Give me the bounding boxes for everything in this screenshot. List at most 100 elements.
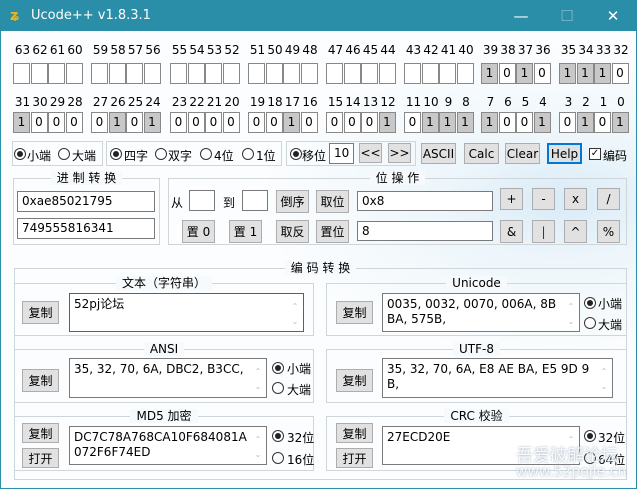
- bit-cell[interactable]: [326, 63, 343, 84]
- bit-cell[interactable]: [456, 63, 474, 84]
- minimize-button[interactable]: —: [498, 1, 544, 31]
- md5-16bit-radio[interactable]: [272, 452, 284, 464]
- bit-cell[interactable]: 0: [65, 112, 83, 133]
- scrollbar[interactable]: ⌃ ⌄: [597, 360, 611, 396]
- bit-cell[interactable]: 1: [594, 63, 611, 84]
- two-byte-radio[interactable]: [155, 148, 167, 160]
- hex-input[interactable]: 0xae85021795: [17, 191, 155, 212]
- bit-cell[interactable]: 1: [283, 112, 300, 133]
- bit-cell[interactable]: 1: [143, 112, 161, 133]
- divide-button[interactable]: /: [597, 188, 620, 210]
- bit-cell[interactable]: 0: [343, 112, 361, 133]
- bit-cell[interactable]: 1: [481, 63, 498, 84]
- encode-checkbox[interactable]: ✓: [589, 148, 601, 160]
- md5-32bit-radio[interactable]: [272, 430, 284, 442]
- modulo-button[interactable]: %: [597, 220, 620, 243]
- bit-cell[interactable]: [300, 63, 318, 84]
- bit-cell[interactable]: 0: [498, 63, 516, 84]
- set-bit-button[interactable]: 置位: [316, 220, 349, 243]
- bit-cell[interactable]: [404, 63, 421, 84]
- invert-button[interactable]: 取反: [276, 220, 309, 243]
- bit-cell[interactable]: [378, 63, 396, 84]
- bit-cell[interactable]: 0: [187, 112, 205, 133]
- utf8-output[interactable]: 35, 32, 70, 6A, E8 AE BA, E5 9D 9B, ⌃ ⌄: [382, 358, 613, 398]
- bit-cell[interactable]: 1: [421, 112, 439, 133]
- bit-cell[interactable]: [126, 63, 143, 84]
- shift-right-button[interactable]: >>: [388, 143, 411, 163]
- bit-cell[interactable]: [187, 63, 205, 84]
- bit-cell[interactable]: [283, 63, 300, 84]
- big-endian-radio[interactable]: [58, 148, 70, 160]
- add-button[interactable]: +: [500, 188, 523, 210]
- bit-cell[interactable]: 0: [326, 112, 343, 133]
- bit-cell[interactable]: 0: [248, 112, 265, 133]
- unicode-big-endian-radio[interactable]: [584, 317, 596, 329]
- bit-cell[interactable]: 1: [456, 112, 474, 133]
- text-input[interactable]: 52pj论坛 ⌃ ⌄: [69, 293, 304, 332]
- open-crc-file-button[interactable]: 打开: [336, 448, 373, 468]
- bit-cell[interactable]: 0: [48, 112, 65, 133]
- xor-button[interactable]: ^: [564, 220, 587, 243]
- copy-md5-button[interactable]: 复制: [22, 423, 59, 443]
- from-input[interactable]: [189, 190, 215, 211]
- scrollbar[interactable]: ⌃ ⌄: [251, 428, 265, 463]
- bit-cell[interactable]: [30, 63, 48, 84]
- copy-text-button[interactable]: 复制: [22, 301, 59, 324]
- four-byte-radio[interactable]: [110, 148, 122, 160]
- multiply-button[interactable]: x: [564, 188, 587, 210]
- bit-cell[interactable]: [265, 63, 283, 84]
- bit-cell[interactable]: 0: [533, 63, 551, 84]
- shift-amount-input[interactable]: 10: [329, 143, 354, 164]
- bitop-decimal-input[interactable]: 8: [357, 221, 493, 241]
- bit-cell[interactable]: 0: [498, 112, 516, 133]
- md5-output[interactable]: DC7C78A768CA10F684081A072F6F74ED ⌃ ⌄: [69, 426, 267, 465]
- bit-cell[interactable]: 0: [30, 112, 48, 133]
- one-bit-radio[interactable]: [242, 148, 254, 160]
- copy-ansi-button[interactable]: 复制: [22, 369, 59, 392]
- bit-cell[interactable]: [421, 63, 439, 84]
- bit-cell[interactable]: [48, 63, 65, 84]
- take-bits-button[interactable]: 取位: [316, 190, 349, 213]
- bit-cell[interactable]: [205, 63, 222, 84]
- bit-cell[interactable]: [343, 63, 361, 84]
- unicode-output[interactable]: 0035, 0032, 0070, 006A, 8BBA, 575B, ⌃ ⌄: [382, 293, 580, 332]
- bit-cell[interactable]: 0: [300, 112, 318, 133]
- bit-cell[interactable]: 1: [611, 112, 629, 133]
- bit-cell[interactable]: 0: [126, 112, 143, 133]
- bit-cell[interactable]: 0: [516, 112, 533, 133]
- bit-cell[interactable]: [361, 63, 378, 84]
- maximize-button[interactable]: ☐: [544, 1, 590, 31]
- bit-cell[interactable]: 1: [559, 63, 576, 84]
- scrollbar[interactable]: ⌃ ⌄: [564, 295, 578, 330]
- shift-left-button[interactable]: <<: [359, 143, 382, 163]
- bit-cell[interactable]: 0: [205, 112, 222, 133]
- ansi-little-endian-radio[interactable]: [272, 362, 284, 374]
- bit-cell[interactable]: 1: [576, 112, 594, 133]
- bit-cell[interactable]: 1: [533, 112, 551, 133]
- bit-cell[interactable]: 0: [91, 112, 108, 133]
- bit-cell[interactable]: 0: [594, 112, 611, 133]
- bit-cell[interactable]: 0: [611, 63, 629, 84]
- scrollbar[interactable]: ⌃ ⌄: [288, 295, 302, 330]
- bit-cell[interactable]: 0: [170, 112, 187, 133]
- ascii-button[interactable]: ASCII: [421, 143, 456, 164]
- bit-cell[interactable]: [222, 63, 240, 84]
- help-button[interactable]: Help: [547, 143, 582, 164]
- bit-cell[interactable]: 1: [439, 112, 456, 133]
- bit-cell[interactable]: 1: [576, 63, 594, 84]
- bitop-hex-input[interactable]: 0x8: [357, 191, 493, 211]
- bit-cell[interactable]: 1: [378, 112, 396, 133]
- bit-cell[interactable]: 0: [361, 112, 378, 133]
- four-bit-radio[interactable]: [200, 148, 212, 160]
- bit-cell[interactable]: [170, 63, 187, 84]
- bit-cell[interactable]: 1: [481, 112, 498, 133]
- little-endian-radio[interactable]: [14, 148, 26, 160]
- reverse-button[interactable]: 倒序: [276, 190, 309, 213]
- or-button[interactable]: |: [532, 220, 555, 243]
- to-input[interactable]: [242, 190, 268, 211]
- copy-crc-button[interactable]: 复制: [336, 423, 373, 443]
- bit-cell[interactable]: [13, 63, 30, 84]
- bit-cell[interactable]: [91, 63, 108, 84]
- and-button[interactable]: &: [500, 220, 523, 243]
- set-zero-button[interactable]: 置 0: [182, 220, 215, 243]
